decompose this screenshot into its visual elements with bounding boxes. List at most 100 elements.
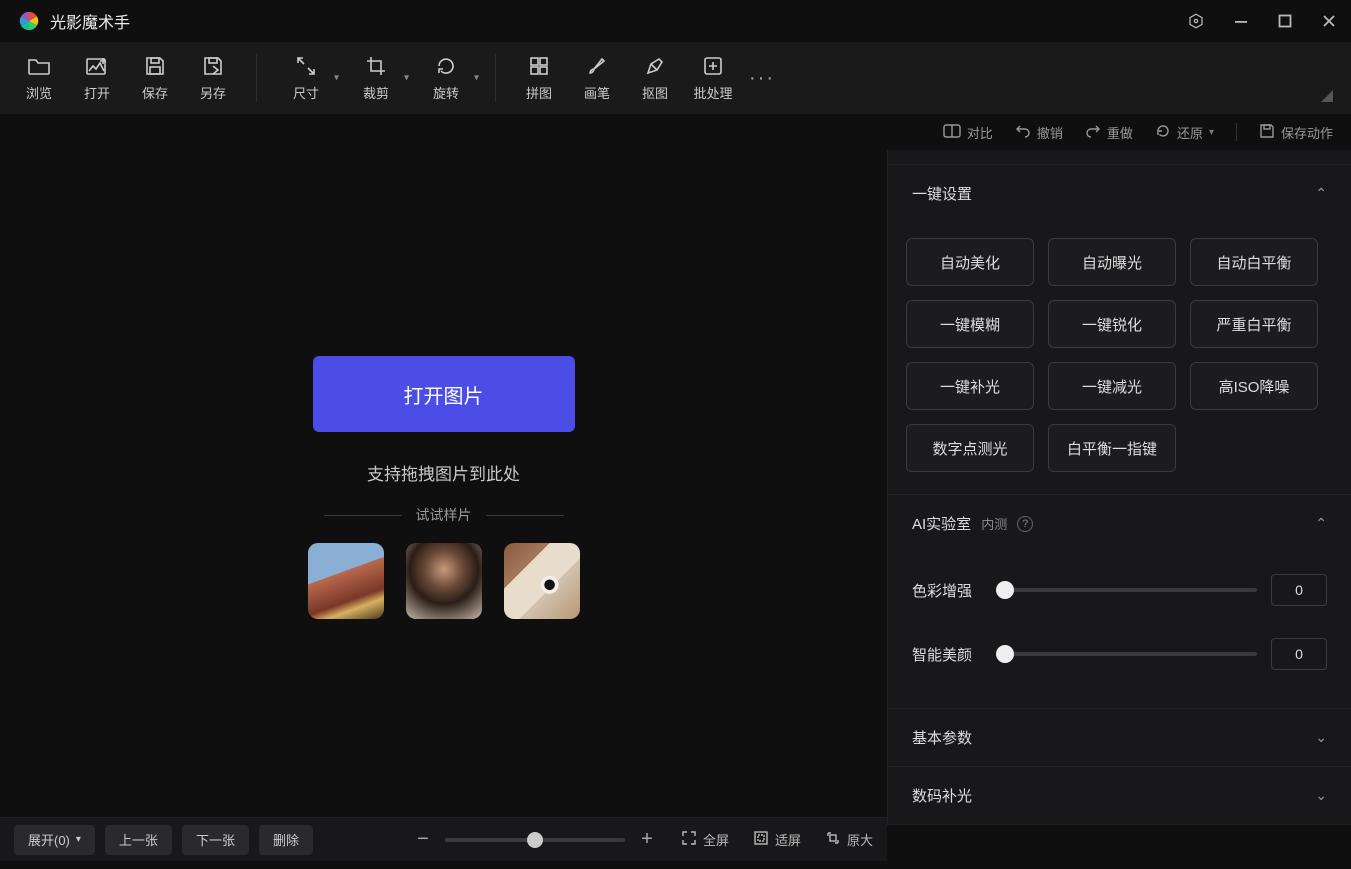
save-button[interactable]: 保存: [126, 48, 184, 108]
sub-toolbar: 对比 撤销 重做 还原 ▾ 保存动作: [0, 114, 1351, 150]
sample-thumb[interactable]: [406, 543, 482, 619]
slider-value[interactable]: 0: [1271, 638, 1327, 670]
export-icon: [202, 55, 224, 77]
undo-button[interactable]: 撤销: [1015, 123, 1063, 142]
preset-button[interactable]: 自动白平衡: [1190, 238, 1318, 286]
cutout-button[interactable]: 抠图: [626, 48, 684, 108]
chevron-down-icon: ⌄: [1315, 729, 1327, 746]
resize-button[interactable]: 尺寸 ▾: [271, 48, 341, 108]
window-controls: [1187, 12, 1337, 30]
preset-button[interactable]: 一键补光: [906, 362, 1034, 410]
chevron-down-icon: ⌄: [1315, 787, 1327, 804]
restore-button[interactable]: 还原 ▾: [1155, 123, 1214, 142]
section-header-oneclick[interactable]: 一键设置 ⌃: [888, 165, 1351, 222]
app-logo-icon: [18, 10, 40, 32]
redo-icon: [1085, 123, 1101, 142]
maximize-icon[interactable]: [1277, 13, 1293, 29]
zoom-slider[interactable]: [445, 838, 625, 842]
sample-thumb[interactable]: [308, 543, 384, 619]
section-header-histogram[interactable]: 直方图 置顶 ⌄: [888, 150, 1351, 164]
fullscreen-icon: [681, 830, 697, 849]
slider-label: 色彩增强: [912, 580, 984, 601]
chevron-down-icon: ▾: [1209, 127, 1214, 138]
preset-button[interactable]: 数字点测光: [906, 424, 1034, 472]
sample-thumb[interactable]: [504, 543, 580, 619]
section-oneclick: 一键设置 ⌃ 自动美化自动曝光自动白平衡一键模糊一键锐化严重白平衡一键补光一键减…: [888, 165, 1351, 495]
preset-button[interactable]: 一键模糊: [906, 300, 1034, 348]
restore-icon: [1155, 123, 1171, 142]
canvas-drop-area[interactable]: 打开图片 支持拖拽图片到此处 试试样片: [0, 150, 887, 825]
save-action-button[interactable]: 保存动作: [1259, 123, 1333, 142]
main-toolbar: 浏览 打开 保存 另存 尺寸 ▾ 裁剪 ▾ 旋转 ▾: [0, 42, 1351, 114]
actual-size-icon: [825, 830, 841, 849]
fullscreen-button[interactable]: 全屏: [681, 830, 729, 849]
chevron-up-icon: ⌃: [1315, 515, 1327, 532]
preset-button[interactable]: 严重白平衡: [1190, 300, 1318, 348]
drop-hint: 支持拖拽图片到此处: [367, 460, 520, 485]
settings-icon[interactable]: [1187, 12, 1205, 30]
expand-button[interactable]: 展开(0) ▾: [14, 825, 95, 855]
open-image-button[interactable]: 打开图片: [313, 356, 575, 432]
preset-button[interactable]: 自动美化: [906, 238, 1034, 286]
save-icon: [1259, 123, 1275, 142]
collage-button[interactable]: 拼图: [510, 48, 568, 108]
resize-icon: [295, 55, 317, 77]
chevron-down-icon: ▾: [404, 73, 409, 84]
help-icon[interactable]: ?: [1017, 516, 1033, 532]
slider-value[interactable]: 0: [1271, 574, 1327, 606]
brush-button[interactable]: 画笔: [568, 48, 626, 108]
preset-button[interactable]: 白平衡一指键: [1048, 424, 1176, 472]
chevron-down-icon: ▾: [76, 834, 81, 845]
pen-icon: [644, 55, 666, 77]
slider-row: 色彩增强 0: [906, 558, 1333, 622]
browse-button[interactable]: 浏览: [10, 48, 68, 108]
slider-row: 智能美颜 0: [906, 622, 1333, 686]
crop-button[interactable]: 裁剪 ▾: [341, 48, 411, 108]
right-panel: 调整 滤镜 文字 水印 直方图 置顶: [887, 150, 1351, 825]
slider-label: 智能美颜: [912, 644, 984, 665]
redo-button[interactable]: 重做: [1085, 123, 1133, 142]
sample-label: 试试样片: [324, 505, 564, 525]
preset-button[interactable]: 自动曝光: [1048, 238, 1176, 286]
crop-icon: [365, 55, 387, 77]
slider[interactable]: [998, 652, 1257, 656]
zoom-out-button[interactable]: −: [413, 828, 433, 851]
fit-button[interactable]: 适屏: [753, 830, 801, 849]
rotate-button[interactable]: 旋转 ▾: [411, 48, 481, 108]
next-button[interactable]: 下一张: [182, 825, 249, 855]
open-button[interactable]: 打开: [68, 48, 126, 108]
undo-icon: [1015, 123, 1031, 142]
compare-icon: [943, 123, 961, 142]
original-size-button[interactable]: 原大: [825, 830, 873, 849]
delete-button[interactable]: 删除: [259, 825, 313, 855]
zoom-in-button[interactable]: +: [637, 828, 657, 851]
rotate-icon: [435, 55, 457, 77]
title-bar: 光影魔术手: [0, 0, 1351, 42]
section-header-digital-fill[interactable]: 数码补光 ⌄: [888, 767, 1351, 824]
brush-icon: [586, 55, 608, 77]
saveas-button[interactable]: 另存: [184, 48, 242, 108]
brand: 光影魔术手: [18, 9, 130, 33]
chevron-up-icon: ⌃: [1315, 185, 1327, 202]
more-button[interactable]: ···: [742, 67, 782, 90]
batch-button[interactable]: 批处理: [684, 48, 742, 108]
compare-button[interactable]: 对比: [943, 123, 993, 142]
sample-row: [308, 543, 580, 619]
slider[interactable]: [998, 588, 1257, 592]
preset-button[interactable]: 高ISO降噪: [1190, 362, 1318, 410]
app-name: 光影魔术手: [50, 9, 130, 33]
minimize-icon[interactable]: [1233, 13, 1249, 29]
preset-button[interactable]: 一键锐化: [1048, 300, 1176, 348]
section-histogram: 直方图 置顶 ⌄: [888, 150, 1351, 165]
toolbar-expand-icon[interactable]: [1321, 89, 1333, 107]
section-digital-fill: 数码补光 ⌄: [888, 767, 1351, 825]
section-basic: 基本参数 ⌄: [888, 709, 1351, 767]
section-header-ailab[interactable]: AI实验室 内测 ? ⌃: [888, 495, 1351, 552]
preset-button[interactable]: 一键减光: [1048, 362, 1176, 410]
chevron-down-icon: ▾: [334, 73, 339, 84]
grid-icon: [529, 55, 549, 77]
section-ailab: AI实验室 内测 ? ⌃ 色彩增强 0 智能美颜 0: [888, 495, 1351, 709]
close-icon[interactable]: [1321, 13, 1337, 29]
section-header-basic[interactable]: 基本参数 ⌄: [888, 709, 1351, 766]
prev-button[interactable]: 上一张: [105, 825, 172, 855]
